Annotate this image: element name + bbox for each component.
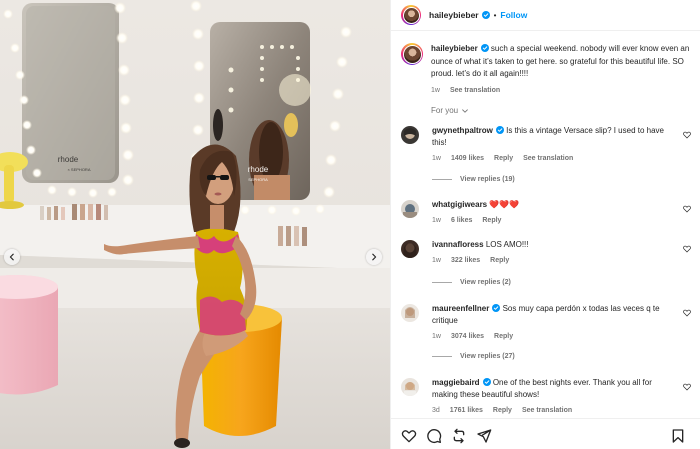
- commenter-avatar[interactable]: [401, 304, 419, 322]
- send-icon[interactable]: [476, 428, 492, 444]
- comment-likes[interactable]: 6 likes: [451, 215, 472, 227]
- view-replies-button[interactable]: View replies (27): [432, 353, 515, 360]
- comment-time: 1w: [432, 257, 441, 264]
- commenter-avatar[interactable]: [401, 240, 419, 258]
- verified-badge-icon: [495, 126, 504, 134]
- comment-reply-button[interactable]: Reply: [490, 255, 509, 267]
- view-replies-label: View replies (19): [460, 176, 515, 183]
- replies-divider: [432, 179, 452, 180]
- comment-like-heart-icon[interactable]: [683, 309, 691, 317]
- comment-icon[interactable]: [426, 428, 442, 444]
- comment-item: gwynethpaltrow Is this a vintage Versace…: [401, 125, 693, 165]
- repost-icon[interactable]: [451, 428, 467, 444]
- comment-time: 3d: [432, 407, 440, 414]
- caption-avatar[interactable]: [401, 43, 423, 65]
- author-username[interactable]: haileybieber: [429, 10, 479, 20]
- view-replies-button[interactable]: View replies (19): [432, 176, 515, 183]
- post-header: haileybieber • Follow: [391, 0, 700, 31]
- commenter-avatar[interactable]: [401, 126, 419, 144]
- comments-section[interactable]: haileybieber such a special weekend. nob…: [391, 31, 700, 418]
- view-replies-label: View replies (27): [460, 353, 515, 360]
- post-action-bar: [391, 418, 700, 449]
- instagram-post: rhode × SEPHORA rhode SEPHORA haileybieb…: [0, 0, 700, 449]
- comment-text: ❤️❤️❤️: [489, 200, 520, 209]
- comment-username[interactable]: ivannafloress: [432, 240, 484, 249]
- comment-likes[interactable]: 3074 likes: [451, 331, 484, 343]
- heart-icon[interactable]: [401, 428, 417, 444]
- caption-username[interactable]: haileybieber: [431, 44, 478, 53]
- comment-sort-dropdown[interactable]: For you: [431, 106, 469, 115]
- comment-item: whatgigiwears ❤️❤️❤️ 1w 6 likes Reply: [401, 199, 693, 227]
- comment-username[interactable]: whatgigiwears: [432, 200, 487, 209]
- carousel-prev-button[interactable]: [4, 249, 20, 265]
- chevron-right-icon: [372, 253, 377, 261]
- comment-text: LOS AMO!!!: [485, 240, 529, 249]
- comment-like-heart-icon[interactable]: [683, 131, 691, 139]
- view-replies-label: View replies (2): [460, 279, 511, 286]
- post-sidebar: haileybieber • Follow haileybieber such …: [390, 0, 700, 449]
- comment-username[interactable]: maureenfellner: [432, 304, 489, 313]
- comment-like-heart-icon[interactable]: [683, 245, 691, 253]
- caption-time: 1w: [431, 86, 440, 94]
- chevron-down-icon: [462, 108, 468, 113]
- comment-see-translation[interactable]: See translation: [522, 405, 572, 417]
- commenter-avatar[interactable]: [401, 378, 419, 396]
- comment-like-heart-icon[interactable]: [683, 205, 691, 213]
- carousel-next-button[interactable]: [366, 249, 382, 265]
- comment-reply-button[interactable]: Reply: [494, 331, 513, 343]
- comment-item: ivannafloress LOS AMO!!! 1w 322 likes Re…: [401, 239, 693, 267]
- comment-time: 1w: [432, 155, 441, 162]
- commenter-avatar[interactable]: [401, 200, 419, 218]
- comment-likes[interactable]: 1761 likes: [450, 405, 483, 417]
- comment-likes[interactable]: 322 likes: [451, 255, 480, 267]
- comment-username[interactable]: gwynethpaltrow: [432, 126, 493, 135]
- post-photo[interactable]: rhode × SEPHORA rhode SEPHORA: [0, 0, 390, 449]
- comment-username[interactable]: maggiebaird: [432, 378, 480, 387]
- comment-reply-button[interactable]: Reply: [482, 215, 501, 227]
- photo-scene: rhode × SEPHORA rhode SEPHORA: [0, 0, 390, 449]
- comment-likes[interactable]: 1409 likes: [451, 153, 484, 165]
- mirror-sign-left-sub: × SEPHORA: [67, 167, 90, 172]
- comment-item: maggiebaird One of the best nights ever.…: [401, 377, 693, 417]
- comment-reply-button[interactable]: Reply: [494, 153, 513, 165]
- mirror-sign-left-brand: rhode: [58, 155, 79, 164]
- comment-like-heart-icon[interactable]: [683, 383, 691, 391]
- verified-badge-icon: [482, 378, 491, 386]
- replies-divider: [432, 356, 452, 357]
- comment-reply-button[interactable]: Reply: [493, 405, 512, 417]
- caption-see-translation[interactable]: See translation: [450, 85, 500, 98]
- follow-button[interactable]: Follow: [500, 10, 527, 20]
- author-avatar[interactable]: [401, 5, 421, 25]
- replies-divider: [432, 282, 452, 283]
- comment-sort-label: For you: [431, 106, 459, 115]
- view-replies-button[interactable]: View replies (2): [432, 279, 511, 286]
- post-caption: haileybieber such a special weekend. nob…: [401, 43, 693, 97]
- comment-see-translation[interactable]: See translation: [523, 153, 573, 165]
- comment-time: 1w: [432, 333, 441, 340]
- chevron-left-icon: [9, 253, 14, 261]
- mirror-sign-right-sub: SEPHORA: [248, 177, 268, 182]
- comment-item: maureenfellner Sos muy capa perdón x tod…: [401, 303, 693, 343]
- comment-time: 1w: [432, 217, 441, 224]
- mirror-sign-right-brand: rhode: [248, 165, 269, 174]
- verified-badge-icon: [481, 11, 490, 19]
- verified-badge-icon: [480, 44, 489, 52]
- header-separator: •: [493, 10, 497, 20]
- bookmark-icon[interactable]: [670, 428, 686, 444]
- verified-badge-icon: [492, 304, 501, 312]
